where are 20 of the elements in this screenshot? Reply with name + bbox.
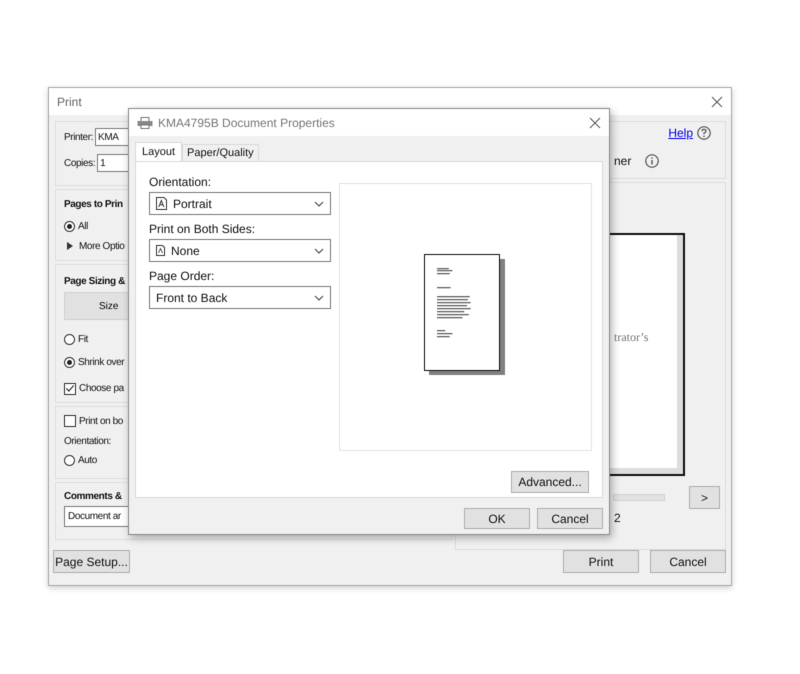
radio-label: Auto xyxy=(78,454,97,466)
preview-text: trator’s xyxy=(614,330,648,344)
section-heading: Page Sizing & xyxy=(64,276,125,287)
field-label: Printer: xyxy=(64,132,94,142)
window-title: Print xyxy=(57,94,82,108)
radio-label: Shrink over xyxy=(78,357,124,368)
field-label: Orientation: xyxy=(149,175,212,189)
field-label: Copies: xyxy=(64,158,96,168)
radio-label: All xyxy=(78,220,88,232)
field-label: Page Order: xyxy=(149,269,216,283)
checkbox-label: Choose pa xyxy=(79,383,124,394)
option-label: ner xyxy=(614,154,632,168)
section-heading: Pages to Prin xyxy=(64,199,123,210)
page-count: 2 xyxy=(614,511,621,525)
section-heading: Comments & xyxy=(64,491,122,502)
checkbox-label: Print on bo xyxy=(79,416,123,426)
radio-label: Fit xyxy=(78,334,88,345)
window-title: KMA4795B Document Properties xyxy=(158,116,335,130)
field-label: Print on Both Sides: xyxy=(149,222,256,236)
field-label: Orientation: xyxy=(64,436,111,447)
